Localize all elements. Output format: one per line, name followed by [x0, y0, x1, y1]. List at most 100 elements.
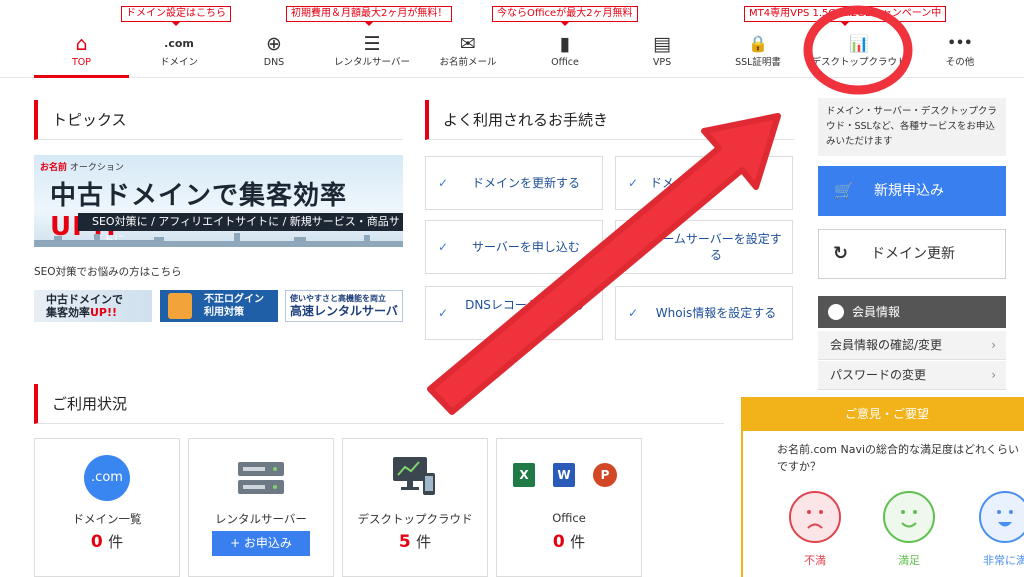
procedure-label: Whois情報を設定する — [655, 306, 777, 320]
face-eye — [819, 510, 823, 514]
word-icon: W — [553, 463, 575, 487]
survey-option-satisfied: 満足 — [898, 554, 920, 567]
procedures-heading: よく利用されるお手続き — [425, 100, 794, 140]
hero-brand: お名前 オークション — [40, 160, 124, 173]
member-link-profile[interactable]: 会員情報の確認/変更 › — [818, 331, 1006, 360]
procedure-label: DNSレコードを設定する — [465, 298, 587, 328]
nav-label: その他 — [945, 57, 975, 68]
domain-renew-button[interactable]: ↻ ドメイン更新 — [818, 229, 1006, 279]
used-domain-banner[interactable]: 中古ドメインで 集客効率UP!! — [34, 290, 152, 322]
hero-strip: SEO対策に / アフィリエイトサイトに / 新規サービス・商品サイトに — [78, 213, 403, 246]
promo-domain-settings[interactable]: ドメイン設定はこちら — [121, 6, 231, 26]
check-icon: ✓ — [437, 240, 449, 254]
vps-icon: ▤ — [653, 33, 671, 55]
face-eye — [1009, 510, 1013, 514]
chevron-right-icon: › — [991, 338, 996, 352]
promo-office[interactable]: 今ならOfficeが最大2ヶ月無料 — [492, 6, 638, 26]
nav-item-domain[interactable]: .com ドメイン — [133, 28, 225, 78]
nav-item-top[interactable]: ⌂ TOP — [34, 28, 129, 78]
hero-brand-prefix: お名前 — [40, 163, 68, 173]
nav-label: レンタルサーバー — [334, 57, 410, 68]
procedure-set-nameserver[interactable]: ✓ ネームサーバーを設定する — [615, 220, 793, 274]
check-icon: ✓ — [627, 240, 639, 254]
check-icon: ✓ — [437, 306, 449, 320]
nav-item-dns[interactable]: ⊕ DNS — [228, 28, 320, 78]
usage-heading: ご利用状況 — [34, 384, 724, 424]
survey-option-dissatisfied: 不満 — [804, 554, 826, 567]
nav-item-vps[interactable]: ▤ VPS — [616, 28, 708, 78]
card-count-unit: 件 — [570, 533, 586, 551]
nav-item-more[interactable]: ••• その他 — [914, 28, 1006, 78]
card-count-value: 5 — [398, 532, 411, 552]
procedure-set-whois[interactable]: ✓ Whois情報を設定する — [615, 286, 793, 340]
globe-icon: ⊕ — [266, 33, 282, 55]
member-link-label: パスワードの変更 — [830, 368, 927, 382]
topics-heading: トピックス — [34, 100, 403, 140]
usage-card-domains[interactable]: .com ドメイン一覧 0 件 — [34, 438, 180, 577]
face-satisfied-icon[interactable] — [883, 491, 935, 543]
procedure-label: ドメインを更新する — [471, 176, 580, 190]
nav-label: Office — [551, 57, 579, 68]
usage-card-rental-server[interactable]: レンタルサーバー + お申込み — [188, 438, 334, 577]
procedure-set-dns-record[interactable]: ✓ DNSレコードを設定する — [425, 286, 603, 340]
face-eye — [901, 510, 905, 514]
face-mouth — [998, 522, 1012, 527]
promo-mt4-vps[interactable]: MT4専用VPS 1.5GB&2GBキャンペーン中 — [744, 6, 947, 26]
nav-item-mail[interactable]: ✉ お名前メール — [422, 28, 514, 78]
rental-server-banner[interactable]: 使いやすさと高機能を両立 高速レンタルサーバー — [285, 290, 403, 322]
hero-brand-name: オークション — [69, 163, 124, 173]
desktop-chart-icon — [393, 457, 435, 495]
apply-server-button[interactable]: + お申込み — [212, 531, 310, 556]
member-link-label: 会員情報の確認/変更 — [830, 338, 943, 352]
card-name: デスクトップクラウド — [357, 512, 473, 526]
nav-label: ドメイン — [159, 57, 198, 68]
banner1-em: UP!! — [90, 306, 118, 319]
domain-renew-label: ドメイン更新 — [871, 246, 955, 262]
face-eye — [997, 510, 1001, 514]
survey-question: お名前.com Naviの総合的な満足度はどれくらいですか？ — [777, 443, 1020, 473]
promo-free-months[interactable]: 初期費用＆月額最大2ヶ月が無料！ — [286, 6, 453, 26]
refresh-icon: ↻ — [833, 243, 849, 264]
nav-label: VPS — [652, 57, 672, 68]
nav-item-ssl[interactable]: 🔒 SSL証明書 — [712, 28, 804, 78]
dotcom-icon: .com — [84, 455, 130, 501]
new-application-button[interactable]: 🛒 新規申込み — [818, 166, 1006, 216]
usage-card-office[interactable]: X W P Office 0 件 — [496, 438, 642, 577]
face-mouth — [901, 522, 917, 528]
procedure-apply-server[interactable]: ✓ サーバーを申し込む — [425, 220, 603, 274]
nav-item-rental-server[interactable]: ☰ レンタルサーバー — [324, 28, 420, 78]
face-dissatisfied-icon[interactable] — [789, 491, 841, 543]
procedure-renew-domain[interactable]: ✓ ドメインを更新する — [425, 156, 603, 210]
hero-title-text: 中古ドメインで集客効率 — [50, 181, 348, 211]
card-count: 0 件 — [35, 531, 179, 552]
nav-label: お名前メール — [439, 57, 497, 68]
member-link-password[interactable]: パスワードの変更 › — [818, 361, 1006, 390]
banner1-line2: 集客効率UP!! — [46, 306, 152, 319]
banner3-line2: 高速レンタルサーバー — [290, 304, 398, 321]
seo-caption: SEO対策でお悩みの方はこちら — [34, 266, 182, 278]
procedure-label: サーバーを申し込む — [472, 240, 580, 254]
chevron-right-icon: › — [991, 368, 996, 382]
procedure-label: ネームサーバーを設定する — [650, 232, 782, 262]
office-icon: ▮ — [559, 33, 571, 55]
home-icon: ⌂ — [75, 33, 88, 55]
face-very-satisfied-icon[interactable] — [979, 491, 1024, 543]
card-count: 0 件 — [497, 531, 641, 552]
face-eye — [807, 510, 811, 514]
auction-hero-banner[interactable]: お名前 オークション 中古ドメインで集客効率UP!! SEO対策に / アフィリ… — [34, 155, 403, 247]
usage-card-desktop-cloud[interactable]: デスクトップクラウド 5 件 — [342, 438, 488, 577]
procedure-domain-partial[interactable]: ✓ ドメ — [615, 156, 793, 210]
server-rack-icon — [238, 462, 284, 494]
banner1-line1: 中古ドメインで — [46, 293, 123, 306]
survey-heading[interactable]: ご意見・ご要望 — [743, 397, 1024, 431]
unauthorized-login-banner[interactable]: 不正ログイン 利用対策 — [160, 290, 278, 322]
nav-item-desktop-cloud[interactable]: 📊 デスクトップクラウド — [806, 28, 912, 78]
page: ドメイン設定はこちら 初期費用＆月額最大2ヶ月が無料！ 今ならOfficeが最大… — [0, 0, 1024, 577]
person-icon — [828, 304, 844, 320]
nav-label: TOP — [71, 57, 91, 68]
member-info-heading: 会員情報 — [818, 296, 1006, 328]
powerpoint-icon: P — [593, 463, 617, 487]
excel-icon: X — [513, 463, 535, 487]
nav-item-office[interactable]: ▮ Office — [519, 28, 611, 78]
nav-label: デスクトップクラウド — [811, 57, 907, 68]
